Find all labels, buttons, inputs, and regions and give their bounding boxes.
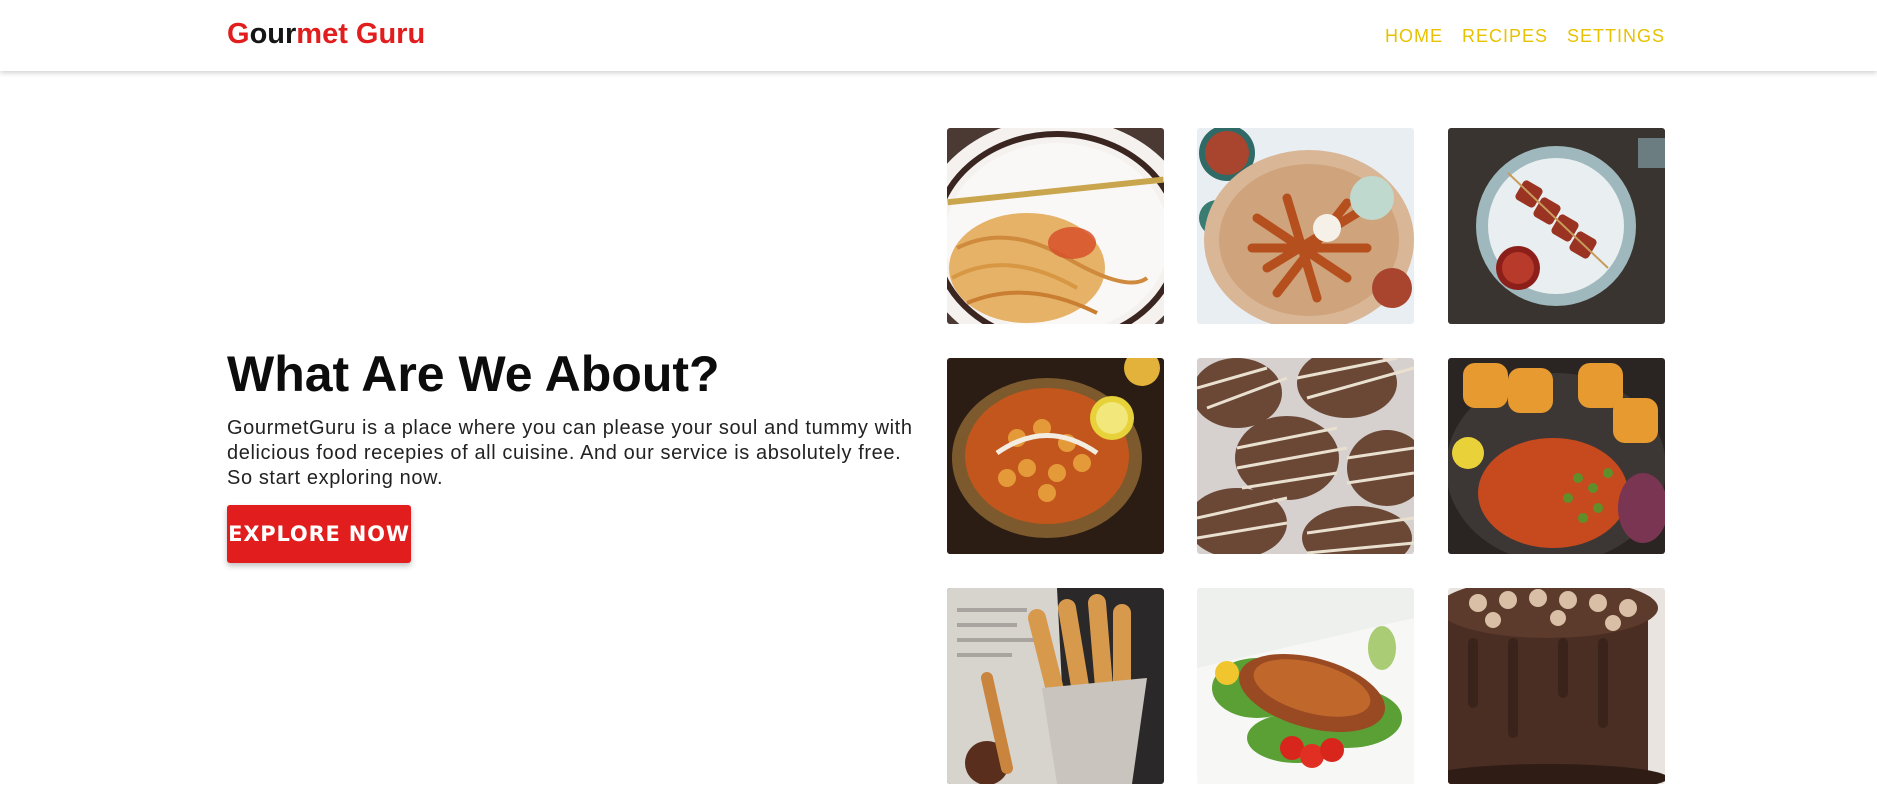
pav-bhaji-image[interactable] (1448, 358, 1665, 554)
chocolate-cake-image[interactable] (1448, 588, 1665, 784)
about-title: What Are We About? (227, 346, 720, 402)
nav-recipes-link[interactable]: RECIPES (1462, 26, 1548, 47)
about-description: GourmetGuru is a place where you can ple… (227, 417, 913, 489)
main-nav: HOME RECIPES SETTINGS (1385, 26, 1665, 47)
curry-bowl-image[interactable] (947, 358, 1164, 554)
logo-letters-our: our (249, 18, 297, 50)
grilled-salmon-image[interactable] (1197, 588, 1414, 784)
food-image-grid (947, 128, 1665, 784)
logo-rest: met Guru (296, 18, 426, 50)
top-navbar: Gourmet Guru HOME RECIPES SETTINGS (0, 0, 1877, 71)
churros-image[interactable] (947, 588, 1164, 784)
about-section: What Are We About? GourmetGuru is a plac… (227, 347, 917, 491)
site-logo[interactable]: Gourmet Guru (227, 18, 425, 51)
logo-letter-g: G (227, 18, 250, 50)
kebab-skewers-image[interactable] (1448, 128, 1665, 324)
sweet-potato-fries-image[interactable] (1197, 128, 1414, 324)
nav-home-link[interactable]: HOME (1385, 26, 1443, 47)
chocolate-cookies-image[interactable] (1197, 358, 1414, 554)
spaghetti-plate-image[interactable] (947, 128, 1164, 324)
explore-now-button[interactable]: EXPLORE NOW (227, 505, 411, 563)
nav-settings-link[interactable]: SETTINGS (1567, 26, 1665, 47)
